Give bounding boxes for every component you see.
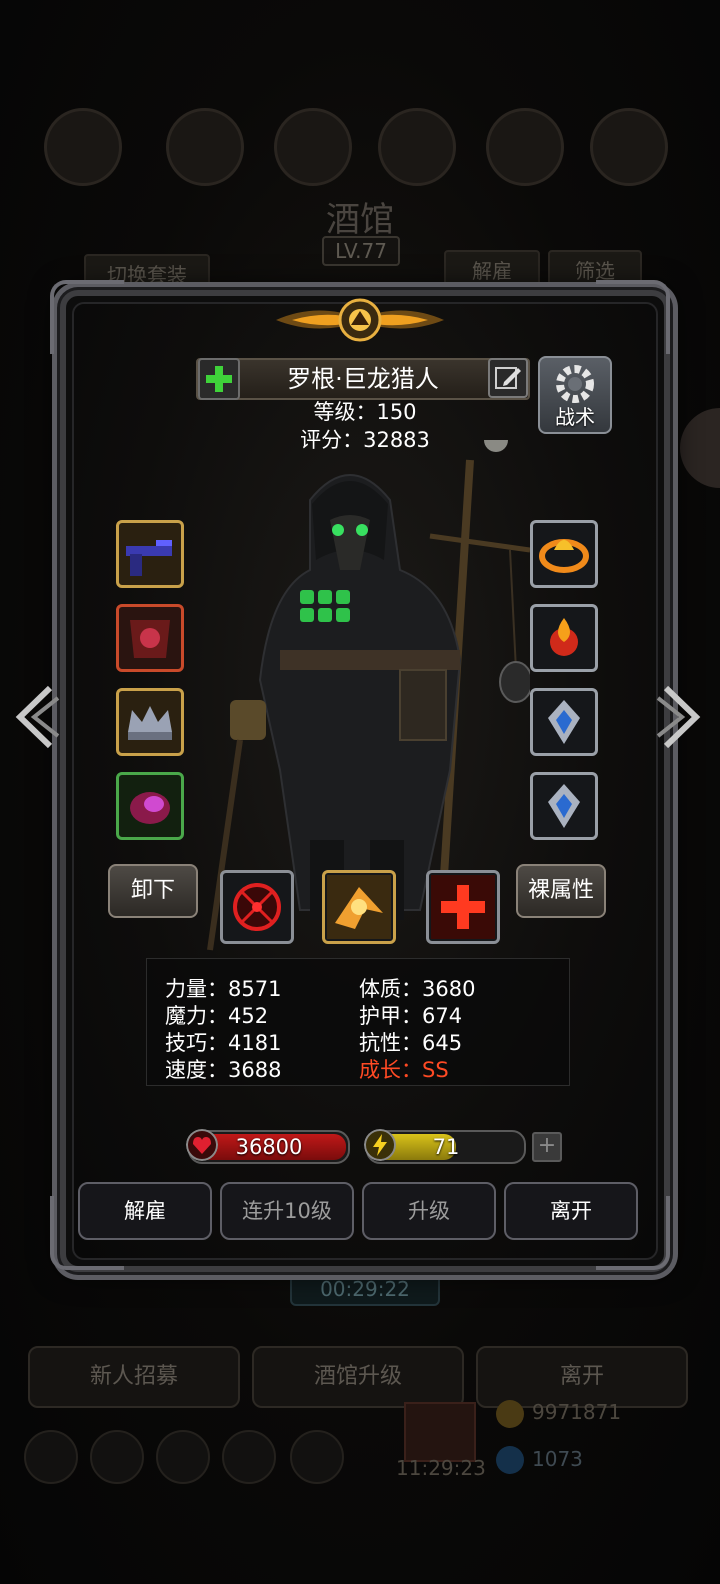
equip-slot-orb[interactable] [530,604,598,672]
hero-name: 罗根·巨龙猎人 [287,365,439,393]
golden-strike-skill-icon [327,875,391,939]
next-hero-arrow-icon[interactable] [656,684,706,750]
equip-slot-helmet[interactable] [116,688,184,756]
previous-hero-arrow-icon[interactable] [10,684,60,750]
unequip-button[interactable]: 卸下 [108,864,198,918]
bg-footer-icon [156,1430,210,1484]
bg-gold-coin-icon [496,1400,524,1428]
stats-panel: 力量：8571 魔力：452 技巧：4181 速度：3688 体质：3680 护… [146,958,570,1086]
bg-recruit-button: 新人招募 [28,1346,240,1408]
bg-menu-icon [378,108,456,186]
bg-gem-icon [496,1446,524,1474]
frame-corner-ornament [50,280,124,354]
heart-icon [186,1129,218,1161]
hero-level: 等级：150 [313,400,417,424]
bg-leave-button: 离开 [476,1346,688,1408]
dismiss-button[interactable]: 解雇 [78,1182,212,1240]
bg-menu-icon [166,108,244,186]
stat-resistance: 抗性：645 [359,1031,463,1055]
stat-constitution: 体质：3680 [359,977,476,1001]
flame-orb-icon [550,618,578,656]
dialog-crest-emblem [276,298,444,342]
green-plus-icon [206,366,232,392]
tactics-label: 战术 [555,405,595,429]
heal-cross-skill-icon [431,875,495,939]
hero-name-bar: 罗根·巨龙猎人 [196,358,530,400]
background-gems: 1073 [532,1447,583,1471]
equip-slot-armor[interactable] [116,604,184,672]
bg-menu-icon [274,108,352,186]
silver-emblem-icon [548,700,580,744]
bg-menu-icon [486,108,564,186]
equip-slot-emblem-2[interactable] [530,772,598,840]
bg-gift-icon [404,1402,476,1462]
background-timer: 00:29:22 [290,1272,440,1306]
pistol-icon [126,540,172,576]
equip-slot-accessory[interactable] [116,772,184,840]
crown-icon [128,706,172,740]
bg-tavern-upgrade-button: 酒馆升级 [252,1346,464,1408]
gem-pendant-icon [130,792,170,824]
bg-dismiss-tab: 解雇 [444,250,540,292]
bg-footer-icon [24,1430,78,1484]
stat-strength: 力量：8571 [165,977,282,1001]
stat-skill: 技巧：4181 [165,1031,282,1055]
skill-slot-1[interactable] [220,870,294,944]
bg-avatar-icon [44,108,122,186]
equip-slot-weapon[interactable] [116,520,184,588]
background-title: 酒馆 [326,200,394,240]
frame-corner-ornament [596,280,670,354]
pencil-edit-icon [495,367,521,389]
equip-slot-emblem-1[interactable] [530,688,598,756]
skill-slot-2[interactable] [322,870,396,944]
fire-ring-icon [539,539,589,573]
equip-slot-ring[interactable] [530,520,598,588]
bg-footer-icon [222,1430,276,1484]
bg-menu-icon [590,108,668,186]
rename-button[interactable] [488,358,528,398]
background-clock: 11:29:23 [396,1456,486,1480]
background-level: LV.77 [322,236,400,266]
lightning-icon [364,1129,396,1161]
hero-score: 评分：32883 [300,428,430,452]
bg-footer-icon [290,1430,344,1484]
upgrade-button[interactable]: 升级 [362,1182,496,1240]
target-skill-icon [233,883,281,931]
background-top-icons [0,108,720,188]
add-to-team-button[interactable] [198,358,240,400]
background-gold: 9971871 [532,1400,622,1424]
bg-footer-icon [90,1430,144,1484]
skill-slot-3[interactable] [426,870,500,944]
stat-armor: 护甲：674 [359,1004,463,1028]
add-energy-button[interactable]: + [532,1132,562,1162]
tactics-button[interactable]: 战术 [538,356,612,434]
leave-button[interactable]: 离开 [504,1182,638,1240]
stat-speed: 速度：3688 [165,1058,282,1082]
armor-chest-icon [130,620,170,658]
bare-attributes-button[interactable]: 裸属性 [516,864,606,918]
stat-magic: 魔力：452 [165,1004,269,1028]
level-up-10-button[interactable]: 连升10级 [220,1182,354,1240]
stat-growth: 成长：SS [359,1058,449,1082]
silver-emblem-icon [548,784,580,828]
